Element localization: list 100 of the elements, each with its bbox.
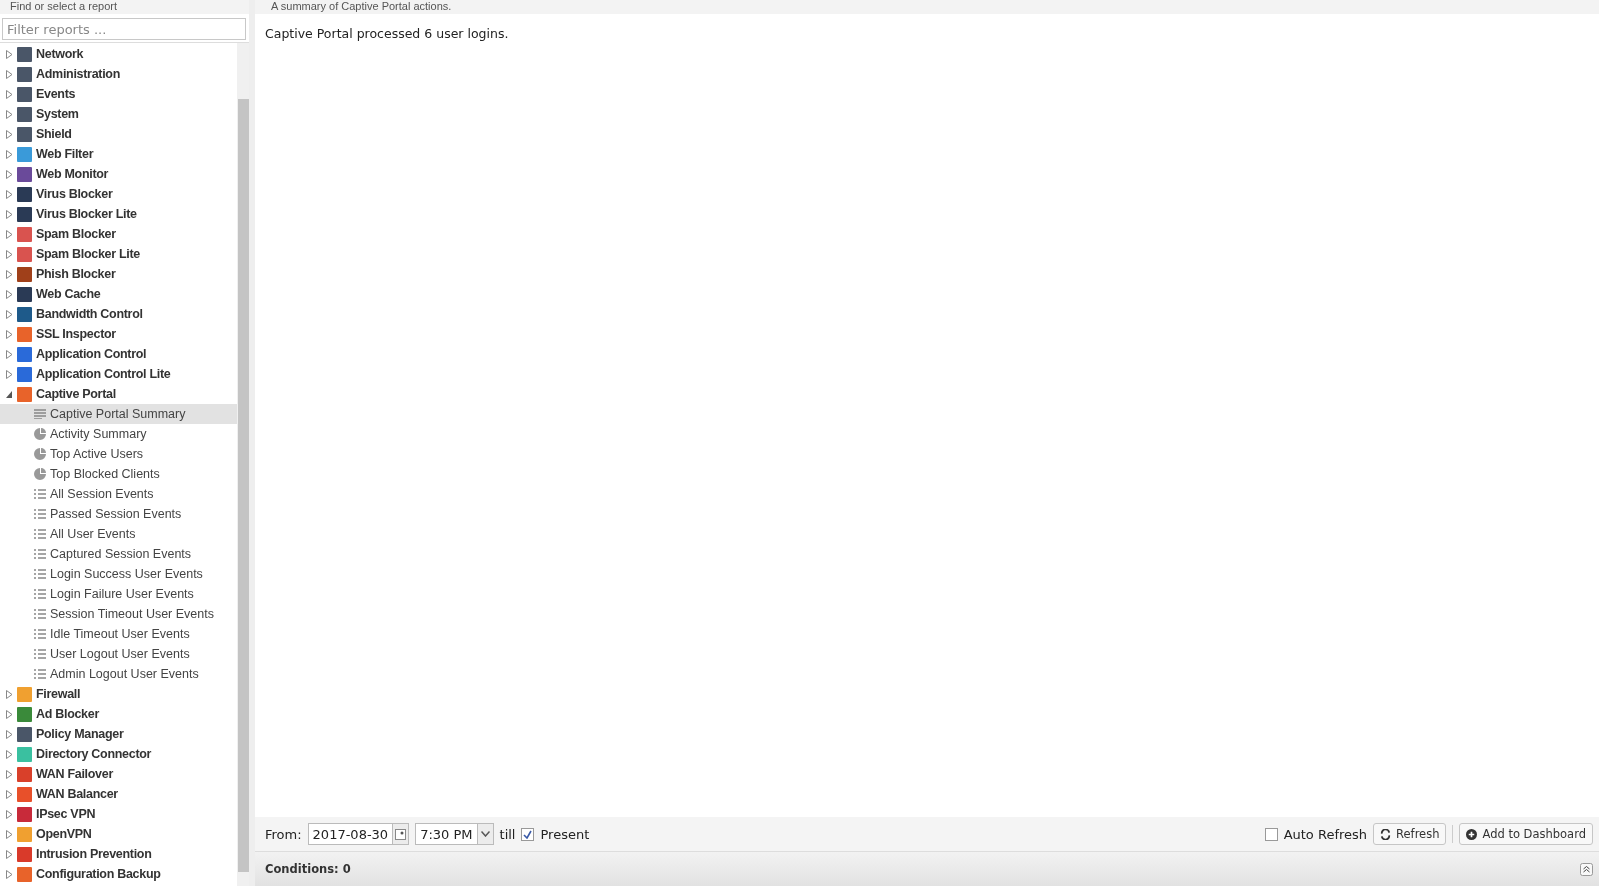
- list-icon: [34, 629, 46, 639]
- report-label: Idle Timeout User Events: [50, 627, 190, 641]
- category-label: System: [36, 107, 79, 121]
- report-item[interactable]: Passed Session Events: [0, 504, 237, 524]
- tree-category[interactable]: Ad Blocker: [0, 704, 237, 724]
- list-icon: [34, 649, 46, 659]
- add-to-dashboard-button[interactable]: Add to Dashboard: [1459, 823, 1593, 845]
- category-label: Web Cache: [36, 287, 101, 301]
- tree-category[interactable]: Bandwidth Control: [0, 304, 237, 324]
- category-label: SSL Inspector: [36, 327, 116, 341]
- filter-field[interactable]: Filter reports ...: [2, 18, 246, 40]
- report-item[interactable]: Top Active Users: [0, 444, 237, 464]
- report-item[interactable]: Admin Logout User Events: [0, 664, 237, 684]
- tree-category[interactable]: Administration: [0, 64, 237, 84]
- category-label: Ad Blocker: [36, 707, 99, 721]
- tree-category[interactable]: Firewall: [0, 684, 237, 704]
- category-label: Phish Blocker: [36, 267, 116, 281]
- tree-category[interactable]: Configuration Backup: [0, 864, 237, 884]
- report-item[interactable]: Activity Summary: [0, 424, 237, 444]
- category-label: Spam Blocker: [36, 227, 116, 241]
- date-field[interactable]: 2017-08-30: [307, 823, 410, 845]
- report-item[interactable]: All User Events: [0, 524, 237, 544]
- category-label: Directory Connector: [36, 747, 152, 761]
- list-icon: [34, 569, 46, 579]
- tree-category[interactable]: Web Cache: [0, 284, 237, 304]
- report-item[interactable]: User Logout User Events: [0, 644, 237, 664]
- tree-category[interactable]: Spam Blocker Lite: [0, 244, 237, 264]
- tree-category[interactable]: Web Filter: [0, 144, 237, 164]
- category-label: Application Control: [36, 347, 147, 361]
- tree-category[interactable]: SSL Inspector: [0, 324, 237, 344]
- refresh-icon: [1380, 828, 1392, 840]
- tree-category[interactable]: Captive Portal: [0, 384, 237, 404]
- expanded-arrow-icon[interactable]: [6, 389, 13, 399]
- category-label: Web Filter: [36, 147, 94, 161]
- report-label: All User Events: [50, 527, 136, 541]
- present-checkbox[interactable]: [521, 827, 535, 841]
- category-label: Network: [36, 47, 84, 61]
- report-label: Top Active Users: [50, 447, 144, 461]
- category-label: Virus Blocker: [36, 187, 113, 201]
- report-item[interactable]: Login Failure User Events: [0, 584, 237, 604]
- tree-category[interactable]: Policy Manager: [0, 724, 237, 744]
- tree-category[interactable]: Intrusion Prevention: [0, 844, 237, 864]
- report-item[interactable]: Top Blocked Clients: [0, 464, 237, 484]
- report-label: Session Timeout User Events: [50, 607, 214, 621]
- present-label: Present: [540, 826, 590, 842]
- caret-icon[interactable]: [480, 831, 490, 837]
- tree-category[interactable]: OpenVPN: [0, 824, 237, 844]
- report-label: Activity Summary: [50, 427, 147, 441]
- refresh-button[interactable]: Refresh: [1373, 823, 1447, 845]
- list-icon: [34, 529, 46, 539]
- category-label: Administration: [36, 67, 120, 81]
- category-label: IPsec VPN: [36, 807, 96, 821]
- report-label: All Session Events: [50, 487, 154, 501]
- tree-category[interactable]: Network: [0, 44, 237, 64]
- report-item[interactable]: Session Timeout User Events: [0, 604, 237, 624]
- category-label: Configuration Backup: [36, 867, 161, 881]
- category-label: WAN Balancer: [36, 787, 118, 801]
- pie-chart-icon: [34, 468, 46, 480]
- expand-up-icon[interactable]: [1580, 862, 1593, 876]
- tree-category[interactable]: Application Control Lite: [0, 364, 237, 384]
- tree-category[interactable]: Events: [0, 84, 237, 104]
- category-label: Intrusion Prevention: [36, 847, 152, 861]
- auto-refresh-checkbox[interactable]: [1264, 827, 1278, 841]
- report-label: Captured Session Events: [50, 547, 192, 561]
- category-label: Virus Blocker Lite: [36, 207, 137, 221]
- report-item[interactable]: Captured Session Events: [0, 544, 237, 564]
- category-label: Application Control Lite: [36, 367, 171, 381]
- report-label: Login Success User Events: [50, 567, 203, 581]
- report-label: Passed Session Events: [50, 507, 182, 521]
- time-field[interactable]: 7:30 PM: [415, 823, 494, 845]
- list-icon: [34, 609, 46, 619]
- report-item[interactable]: All Session Events: [0, 484, 237, 504]
- tree-category[interactable]: Directory Connector: [0, 744, 237, 764]
- report-item[interactable]: Captive Portal Summary: [0, 404, 237, 424]
- report-text: Captive Portal processed 6 user logins.: [265, 26, 510, 41]
- category-label: Policy Manager: [36, 727, 124, 741]
- tree-category[interactable]: Web Monitor: [0, 164, 237, 184]
- tree-category[interactable]: WAN Failover: [0, 764, 237, 784]
- tree-category[interactable]: System: [0, 104, 237, 124]
- sidebar-title: Find or select a report: [0, 0, 249, 14]
- list-icon: [34, 549, 46, 559]
- category-label: Spam Blocker Lite: [36, 247, 140, 261]
- report-item[interactable]: Idle Timeout User Events: [0, 624, 237, 644]
- tree-category[interactable]: WAN Balancer: [0, 784, 237, 804]
- tree-category[interactable]: Shield: [0, 124, 237, 144]
- tree-category[interactable]: Virus Blocker: [0, 184, 237, 204]
- tree-category[interactable]: Spam Blocker: [0, 224, 237, 244]
- tree-category[interactable]: Phish Blocker: [0, 264, 237, 284]
- category-label: Web Monitor: [36, 167, 109, 181]
- category-label: OpenVPN: [36, 827, 92, 841]
- report-label: Captive Portal Summary: [50, 407, 186, 421]
- list-icon: [34, 509, 46, 519]
- pie-chart-icon: [34, 428, 46, 440]
- calendar-icon[interactable]: [395, 828, 407, 840]
- pie-chart-icon: [34, 448, 46, 460]
- tree-category[interactable]: IPsec VPN: [0, 804, 237, 824]
- category-label: Events: [36, 87, 76, 101]
- report-item[interactable]: Login Success User Events: [0, 564, 237, 584]
- tree-category[interactable]: Application Control: [0, 344, 237, 364]
- tree-category[interactable]: Virus Blocker Lite: [0, 204, 237, 224]
